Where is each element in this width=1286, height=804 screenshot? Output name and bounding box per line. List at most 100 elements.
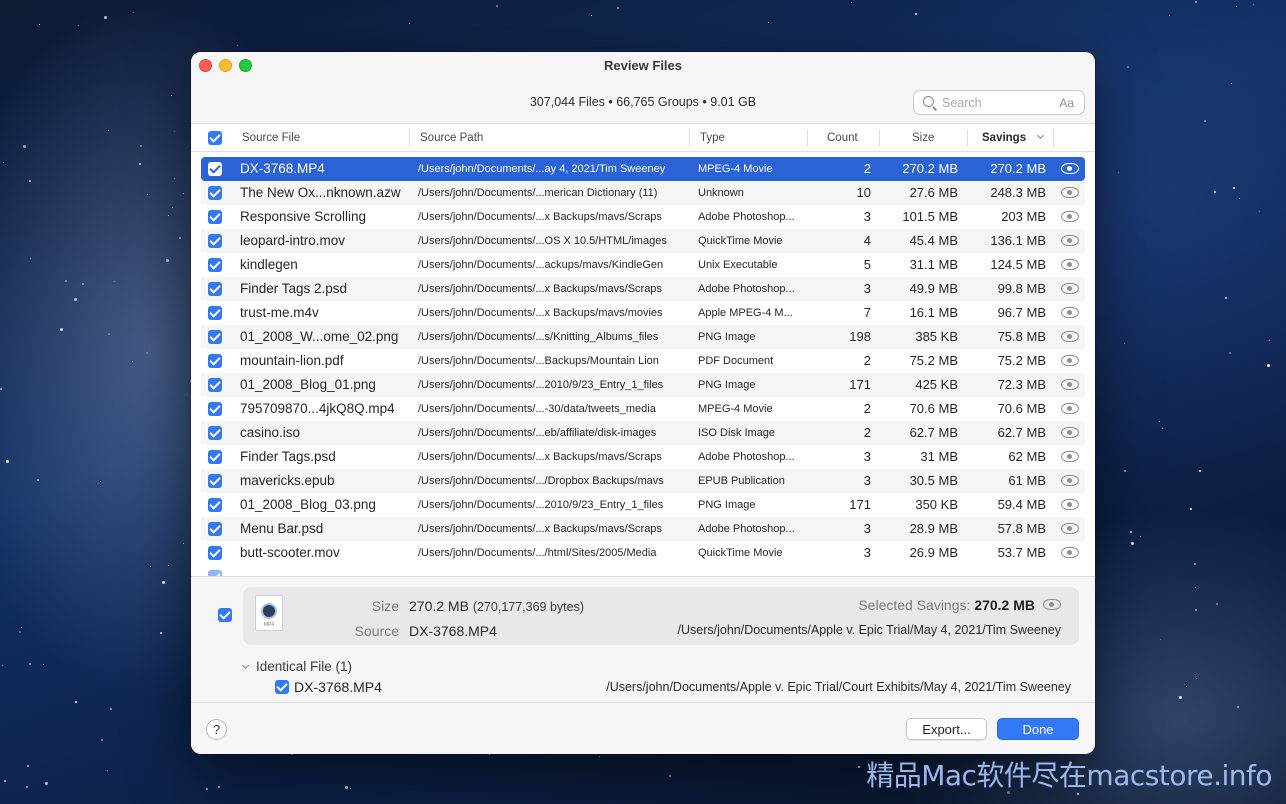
table-row[interactable]: Menu Bar.psd/Users/john/Documents/...x B… [201, 517, 1085, 541]
row-checkbox[interactable] [208, 546, 222, 560]
done-button[interactable]: Done [997, 718, 1079, 740]
column-divider[interactable] [807, 129, 808, 147]
star [45, 782, 48, 785]
row-checkbox[interactable] [208, 426, 222, 440]
column-divider[interactable] [967, 129, 968, 147]
row-checkbox[interactable] [208, 354, 222, 368]
source-file-cell: 01_2008_Blog_03.png [240, 497, 376, 512]
row-checkbox[interactable] [208, 378, 222, 392]
row-checkbox[interactable] [208, 402, 222, 416]
savings-cell: 57.8 MB [997, 521, 1046, 536]
match-case-toggle[interactable]: Aa [1059, 96, 1074, 110]
table-row[interactable]: 01_2008_Blog_01.png/Users/john/Documents… [201, 373, 1085, 397]
column-divider[interactable] [409, 129, 410, 147]
row-checkbox[interactable] [208, 234, 222, 248]
table-row[interactable]: mavericks.epub/Users/john/Documents/.../… [201, 469, 1085, 493]
table-row[interactable]: leopard-intro.mov/Users/john/Documents/.… [201, 229, 1085, 253]
row-checkbox[interactable] [208, 162, 222, 176]
quick-look-eye-icon[interactable] [1061, 475, 1079, 486]
row-checkbox[interactable] [208, 522, 222, 536]
star [19, 631, 21, 633]
table-row[interactable]: mountain-lion.pdf/Users/john/Documents/.… [201, 349, 1085, 373]
row-checkbox[interactable] [208, 186, 222, 200]
quick-look-eye-icon[interactable] [1061, 355, 1079, 366]
column-header-count[interactable]: Count [827, 132, 858, 144]
quick-look-eye-icon[interactable] [1061, 403, 1079, 414]
quick-look-eye-icon[interactable] [1061, 163, 1079, 174]
watermark-text: 精品Mac软件尽在macstore.info [866, 759, 1272, 792]
quick-look-eye-icon[interactable] [1061, 211, 1079, 222]
type-cell: EPUB Publication [698, 475, 785, 487]
table-row[interactable]: casino.iso/Users/john/Documents/...eb/af… [201, 421, 1085, 445]
row-checkbox[interactable] [208, 306, 222, 320]
size-cell: 30.5 MB [909, 473, 958, 488]
table-row[interactable]: Responsive Scrolling/Users/john/Document… [201, 205, 1085, 229]
star [858, 766, 860, 768]
row-checkbox[interactable] [208, 474, 222, 488]
quick-look-eye-icon[interactable] [1061, 523, 1079, 534]
source-path-cell: /Users/john/Documents/...2010/9/23_Entry… [418, 379, 664, 391]
quick-look-eye-icon[interactable] [1061, 331, 1079, 342]
table-row[interactable]: trust-me.m4v/Users/john/Documents/...x B… [201, 301, 1085, 325]
star [132, 361, 133, 362]
star [1130, 531, 1132, 533]
table-row[interactable]: The New Ox...nknown.azw/Users/john/Docum… [201, 181, 1085, 205]
quick-look-eye-icon[interactable] [1061, 283, 1079, 294]
column-header-savings[interactable]: Savings [982, 131, 1045, 144]
column-header-source-file[interactable]: Source File [242, 132, 300, 144]
row-checkbox[interactable] [208, 498, 222, 512]
quick-look-eye-icon[interactable] [1061, 451, 1079, 462]
table-row[interactable]: Finder Tags 2.psd/Users/john/Documents/.… [201, 277, 1085, 301]
table-row[interactable]: DX-3768.MP4/Users/john/Documents/...ay 4… [201, 157, 1085, 181]
column-divider[interactable] [879, 129, 880, 147]
column-header-size[interactable]: Size [912, 132, 934, 144]
size-cell: 425 KB [915, 377, 958, 392]
source-file-cell: trust-me.m4v [240, 305, 319, 320]
quick-look-eye-icon[interactable] [1061, 427, 1079, 438]
size-cell: 16.1 MB [909, 305, 958, 320]
star [1194, 563, 1196, 565]
size-cell: 101.5 MB [902, 209, 958, 224]
size-cell: 45.4 MB [909, 233, 958, 248]
identical-files-disclosure[interactable]: Identical File (1) [241, 659, 352, 674]
table-row[interactable]: Finder Tags.psd/Users/john/Documents/...… [201, 445, 1085, 469]
star [350, 788, 351, 789]
table-row-partial[interactable] [201, 565, 1085, 576]
help-button[interactable]: ? [206, 719, 227, 740]
table-row[interactable]: kindlegen/Users/john/Documents/...ackups… [201, 253, 1085, 277]
quick-look-eye-icon[interactable] [1061, 547, 1079, 558]
quick-look-eye-icon[interactable] [1061, 187, 1079, 198]
quick-look-eye-icon[interactable] [1043, 599, 1061, 610]
column-header-source-path[interactable]: Source Path [420, 132, 483, 144]
table-row[interactable]: 795709870...4jkQ8Q.mp4/Users/john/Docume… [201, 397, 1085, 421]
quick-look-eye-icon[interactable] [1061, 259, 1079, 270]
select-all-checkbox[interactable] [208, 131, 222, 145]
detail-pane: MP4 Size 270.2 MB (270,177,369 bytes) So… [191, 576, 1095, 702]
star [21, 627, 22, 628]
row-checkbox[interactable] [208, 330, 222, 344]
column-divider[interactable] [1053, 129, 1054, 147]
type-cell: Unix Executable [698, 259, 778, 271]
row-checkbox[interactable] [208, 450, 222, 464]
type-cell: Adobe Photoshop... [698, 283, 795, 295]
quick-look-eye-icon[interactable] [1061, 499, 1079, 510]
savings-cell: 62.7 MB [997, 425, 1046, 440]
search-input[interactable] [942, 94, 1050, 112]
quick-look-eye-icon[interactable] [1061, 235, 1079, 246]
results-table[interactable]: DX-3768.MP4/Users/john/Documents/...ay 4… [191, 153, 1095, 576]
row-checkbox[interactable] [208, 258, 222, 272]
table-row[interactable]: butt-scooter.mov/Users/john/Documents/..… [201, 541, 1085, 565]
identical-file-checkbox[interactable] [275, 680, 289, 694]
column-divider[interactable] [689, 129, 690, 147]
quick-look-eye-icon[interactable] [1061, 379, 1079, 390]
export-button[interactable]: Export... [906, 718, 987, 740]
selected-file-checkbox[interactable] [218, 608, 232, 622]
search-field[interactable]: Aa [913, 90, 1085, 115]
table-row[interactable]: 01_2008_Blog_03.png/Users/john/Documents… [201, 493, 1085, 517]
table-row[interactable]: 01_2008_W...ome_02.png/Users/john/Docume… [201, 325, 1085, 349]
quick-look-eye-icon[interactable] [1061, 307, 1079, 318]
column-header-type[interactable]: Type [700, 132, 725, 144]
row-checkbox[interactable] [208, 282, 222, 296]
row-checkbox[interactable] [208, 210, 222, 224]
source-path-cell: /Users/john/Documents/...2010/9/23_Entry… [418, 499, 664, 511]
